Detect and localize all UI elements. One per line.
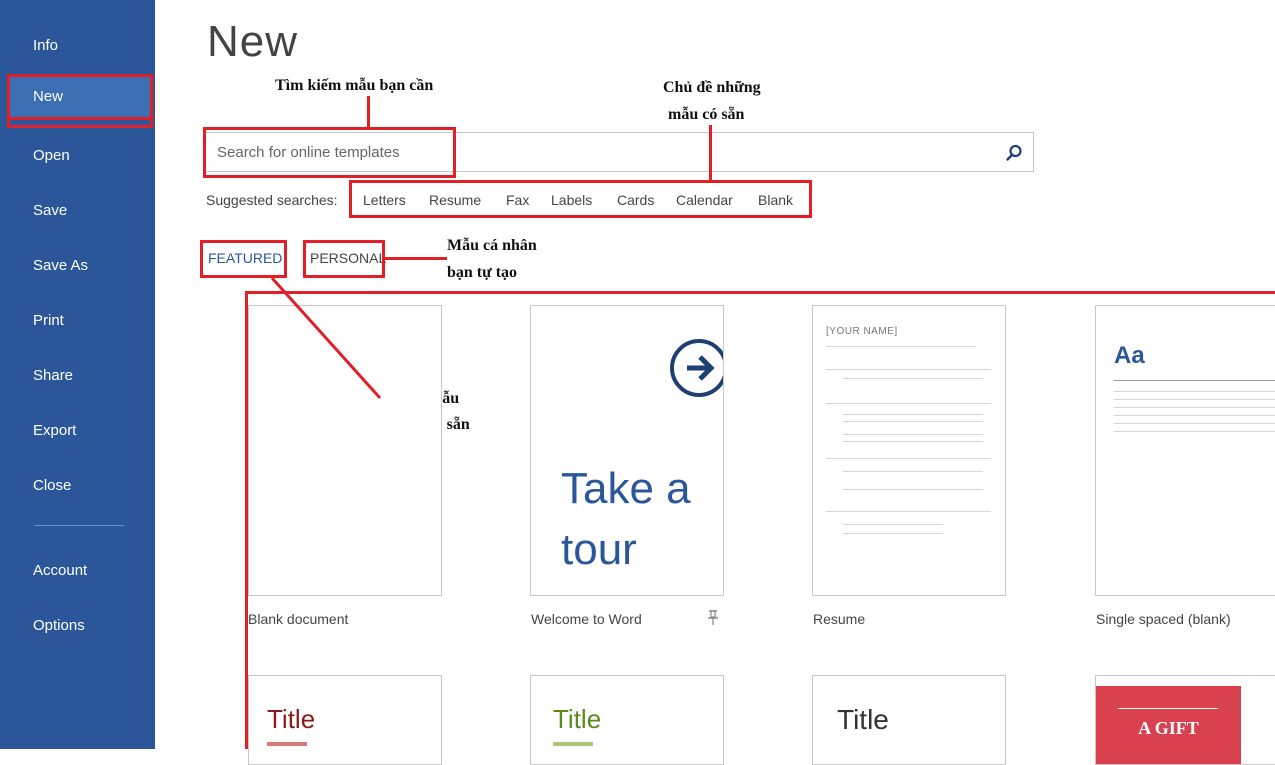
suggested-fax[interactable]: Fax — [506, 190, 529, 210]
page-title: New — [207, 17, 299, 66]
text-line — [1114, 380, 1275, 381]
heading-stub — [267, 742, 307, 746]
annotation-topics-line1: Chủ đề những — [663, 79, 761, 96]
sidebar-item-save-as[interactable]: Save As — [0, 243, 155, 289]
suggested-resume[interactable]: Resume — [429, 190, 481, 210]
sidebar-item-share[interactable]: Share — [0, 353, 155, 399]
sidebar-item-print[interactable]: Print — [0, 298, 155, 344]
text-line — [1114, 391, 1275, 392]
backstage-sidebar: Info New Open Save Save As Print Share E… — [0, 0, 155, 749]
heading-stub — [553, 742, 593, 746]
resume-line — [826, 403, 991, 404]
annotation-personal-line2: bạn tự tạo — [447, 264, 518, 281]
template-title-red[interactable]: Title — [248, 675, 442, 765]
suggested-letters[interactable]: Letters — [363, 190, 406, 210]
search-icon[interactable] — [1004, 143, 1024, 163]
sidebar-item-new[interactable]: New — [7, 74, 153, 120]
title-text: Title — [267, 704, 316, 734]
resume-line — [843, 434, 983, 435]
annotation-topics-line2: mẫu có sẵn — [668, 106, 745, 123]
gift-card-image: A GIFT — [1096, 686, 1241, 764]
suggested-calendar[interactable]: Calendar — [676, 190, 733, 210]
template-search-box[interactable]: Search for online templates — [204, 132, 1034, 172]
pin-icon[interactable] — [706, 608, 720, 626]
template-single-spaced[interactable]: Aa — [1095, 305, 1275, 596]
resume-line — [843, 378, 983, 379]
gift-badge: A GIFT — [1138, 718, 1199, 738]
annotation-search: Tìm kiếm mẫu bạn cần — [275, 77, 434, 94]
sidebar-item-close[interactable]: Close — [0, 463, 155, 509]
resume-line — [843, 471, 983, 472]
suggested-searches-label: Suggested searches: — [206, 192, 338, 208]
template-blank-document[interactable] — [248, 305, 442, 596]
text-line — [1114, 415, 1275, 416]
template-label-welcome: Welcome to Word — [531, 611, 642, 627]
suggested-cards[interactable]: Cards — [617, 190, 654, 210]
template-resume[interactable]: [YOUR NAME] — [812, 305, 1006, 596]
title-text: Title — [553, 704, 602, 734]
sidebar-item-open[interactable]: Open — [0, 133, 155, 179]
resume-line — [826, 458, 991, 459]
suggested-labels[interactable]: Labels — [551, 190, 592, 210]
highlight-templates-top — [245, 291, 1275, 294]
template-label-blank: Blank document — [248, 611, 349, 627]
template-welcome-to-word[interactable]: Take a tour — [530, 305, 724, 596]
text-line — [1114, 407, 1275, 408]
sidebar-item-info[interactable]: Info — [0, 23, 155, 69]
template-title-green[interactable]: Title — [530, 675, 724, 765]
text-line — [1114, 399, 1275, 400]
gift-ornament — [1118, 708, 1218, 709]
resume-line — [826, 511, 991, 512]
sample-aa: Aa — [1114, 342, 1145, 369]
sidebar-item-options[interactable]: Options — [0, 603, 155, 649]
resume-name: [YOUR NAME] — [826, 326, 898, 337]
template-gift[interactable]: A GIFT — [1095, 675, 1275, 765]
suggested-blank[interactable]: Blank — [758, 190, 793, 210]
arrow-right-circle-icon — [670, 339, 723, 397]
resume-line — [843, 414, 983, 415]
resume-line — [843, 524, 943, 525]
leader-line-search — [367, 96, 370, 127]
sidebar-item-save[interactable]: Save — [0, 188, 155, 234]
search-input[interactable]: Search for online templates — [217, 133, 400, 173]
text-line — [1114, 423, 1275, 424]
template-title-plain[interactable]: Title — [812, 675, 1006, 765]
tab-featured[interactable]: FEATURED — [208, 249, 282, 267]
annotation-personal-line1: Mẫu cá nhân — [447, 237, 537, 254]
sidebar-item-account[interactable]: Account — [0, 548, 155, 594]
template-label-resume: Resume — [813, 611, 866, 627]
resume-line — [843, 421, 983, 422]
sidebar-divider — [34, 525, 124, 526]
tour-line1: Take a — [561, 464, 691, 513]
tab-personal[interactable]: PERSONAL — [310, 249, 386, 267]
resume-line — [843, 533, 943, 534]
leader-line-personal — [385, 257, 447, 260]
resume-line — [843, 441, 983, 442]
template-label-single-spaced: Single spaced (blank) — [1096, 611, 1231, 627]
tour-line2: tour — [561, 525, 637, 574]
resume-line — [843, 489, 983, 490]
text-line — [1114, 431, 1275, 432]
title-text: Title — [837, 704, 889, 735]
sidebar-item-export[interactable]: Export — [0, 408, 155, 454]
resume-line — [826, 369, 991, 370]
resume-line — [826, 346, 976, 347]
